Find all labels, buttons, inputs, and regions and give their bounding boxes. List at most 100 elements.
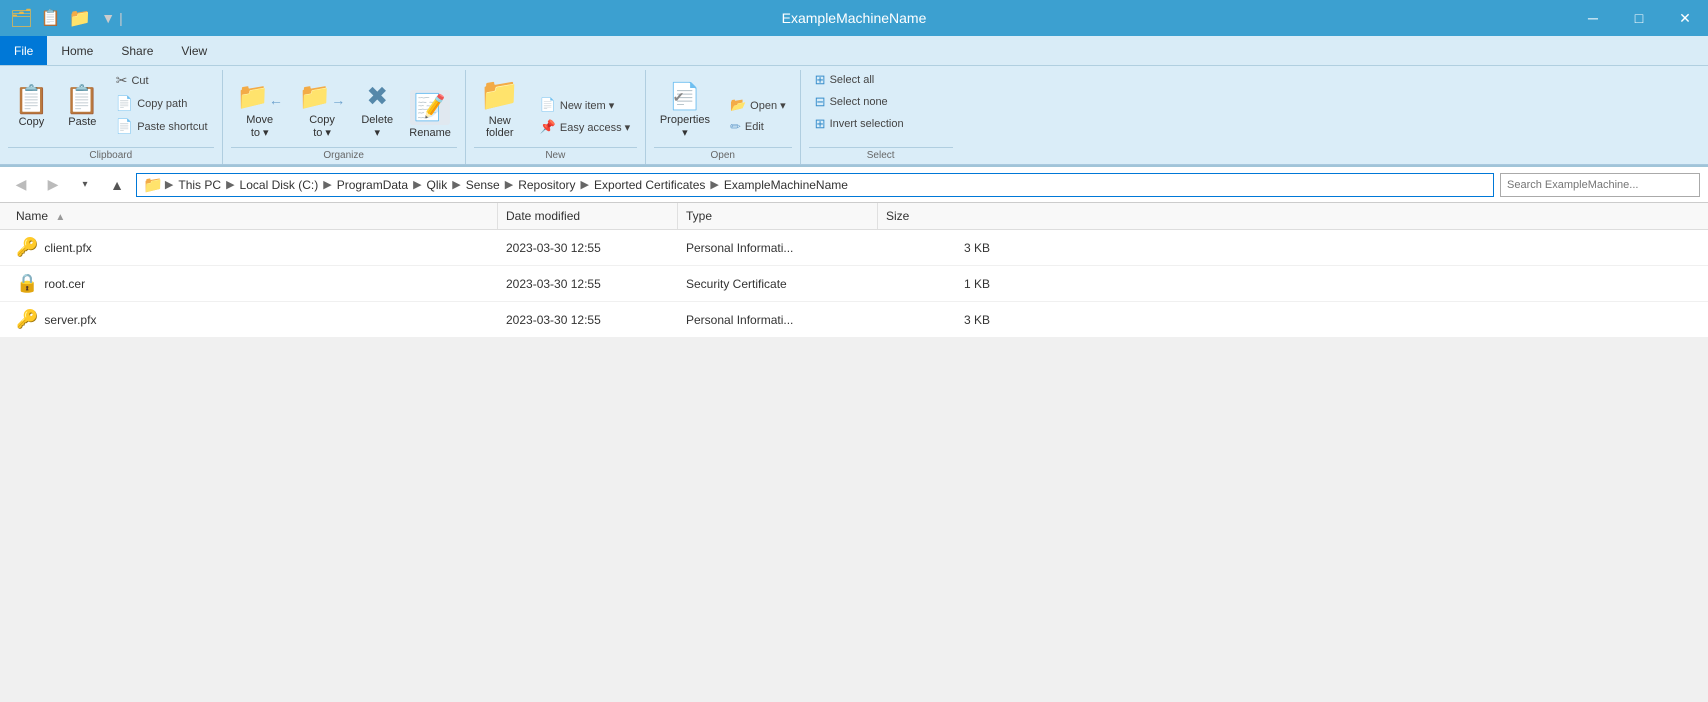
path-programdata[interactable]: ProgramData [334,178,411,192]
maximize-button[interactable]: □ [1616,0,1662,36]
sep-6: ▶ [581,178,589,191]
file-icon: 🔒 [16,273,38,294]
ribbon-group-open: 📄 ✔ Properties▾ 📂 Open ▾ ✏ Edit O [646,70,801,164]
window-controls: ─ □ ✕ [1570,0,1708,36]
table-row[interactable]: 🔑 server.pfx 2023-03-30 12:55 Personal I… [0,302,1708,338]
file-size-cell: 1 KB [878,270,998,298]
divider-icon: ▼ [101,10,115,26]
sort-indicator: ▲ [55,212,65,223]
open-icon: 📂 [730,97,746,113]
clipboard-small-actions: ✂ Cut 📄 Copy path 📄 Paste shortcut [110,70,214,141]
cut-button[interactable]: ✂ Cut [110,70,214,91]
table-row[interactable]: 🔒 root.cer 2023-03-30 12:55 Security Cer… [0,266,1708,302]
quick-access-icon-2[interactable]: 📋 [39,6,63,30]
edit-label: Edit [745,121,764,133]
menu-file[interactable]: File [0,36,47,65]
ribbon-group-select: ⊞ Select all ⊟ Select none ⊞ Invert sele… [801,70,961,164]
path-local-disk[interactable]: Local Disk (C:) [237,178,322,192]
forward-button[interactable]: ▶ [40,172,66,198]
path-exported-certs[interactable]: Exported Certificates [591,178,708,192]
minimize-button[interactable]: ─ [1570,0,1616,36]
window-title: ExampleMachineName [782,10,927,26]
ribbon-group-organize: 📁← Moveto ▾ 📁→ Copyto ▾ ✖ Delete▾ 📝 Rena… [223,70,466,164]
ribbon-group-clipboard: 📋 Copy 📋 Paste ✂ Cut 📄 Copy path [0,70,223,164]
properties-label: Properties▾ [660,114,710,139]
cut-label: Cut [131,75,148,87]
path-repository[interactable]: Repository [515,178,578,192]
delete-label: Delete▾ [361,114,393,139]
new-item-button[interactable]: 📄 New item ▾ [534,95,637,115]
copy-path-icon: 📄 [116,95,133,112]
move-to-button[interactable]: 📁← Moveto ▾ [231,77,289,141]
up-button[interactable]: ▲ [104,172,130,198]
paste-label: Paste [68,116,96,128]
select-none-button[interactable]: ⊟ Select none [809,92,894,112]
path-qlik[interactable]: Qlik [424,178,451,192]
sep-0: ▶ [165,178,173,191]
move-to-icon: 📁← [237,81,283,112]
file-type-cell: Personal Informati... [678,234,878,262]
select-all-icon: ⊞ [815,72,826,88]
file-rows: 🔑 client.pfx 2023-03-30 12:55 Personal I… [0,230,1708,338]
table-row[interactable]: 🔑 client.pfx 2023-03-30 12:55 Personal I… [0,230,1708,266]
edit-button[interactable]: ✏ Edit [724,117,792,137]
back-button[interactable]: ◀ [8,172,34,198]
new-item-icon: 📄 [540,97,556,113]
file-name-cell: 🔑 server.pfx [8,302,498,337]
sep-1: ▶ [226,178,234,191]
ribbon: 📋 Copy 📋 Paste ✂ Cut 📄 Copy path [0,66,1708,167]
open-button[interactable]: 📂 Open ▾ [724,95,792,115]
new-item-label: New item ▾ [560,99,614,112]
close-button[interactable]: ✕ [1662,0,1708,36]
title-bar: 🗂 📋 📁 ▼ | ExampleMachineName ─ □ ✕ [0,0,1708,36]
file-name: client.pfx [44,241,91,255]
select-all-button[interactable]: ⊞ Select all [809,70,881,90]
path-machine-name[interactable]: ExampleMachineName [721,178,851,192]
col-date-modified[interactable]: Date modified [498,203,678,229]
quick-access-icon-3[interactable]: 📁 [67,6,93,31]
file-date-cell: 2023-03-30 12:55 [498,234,678,262]
search-input[interactable] [1500,173,1700,197]
ribbon-group-new: 📁 New folder 📄 New item ▾ 📌 Easy access … [466,70,646,164]
col-size-label: Size [886,209,909,223]
path-sense[interactable]: Sense [463,178,503,192]
col-size[interactable]: Size [878,203,998,229]
sep-2: ▶ [323,178,331,191]
col-type-label: Type [686,209,712,223]
copy-button[interactable]: 📋 Copy [8,82,55,130]
move-to-label: Moveto ▾ [246,114,273,139]
clipboard-group-label: Clipboard [8,147,214,164]
menu-home[interactable]: Home [47,36,107,65]
delete-button[interactable]: ✖ Delete▾ [355,77,399,141]
col-name-label: Name [16,209,48,223]
menu-view[interactable]: View [167,36,221,65]
sep-3: ▶ [413,178,421,191]
invert-selection-button[interactable]: ⊞ Invert selection [809,114,910,134]
rename-button[interactable]: 📝 Rename [403,86,457,141]
file-name-cell: 🔑 client.pfx [8,230,498,265]
sep-5: ▶ [505,178,513,191]
file-date-cell: 2023-03-30 12:55 [498,270,678,298]
file-icon: 🔑 [16,309,38,330]
copy-path-button[interactable]: 📄 Copy path [110,93,214,114]
copy-label: Copy [19,116,45,128]
paste-button[interactable]: 📋 Paste [59,82,106,130]
copy-to-button[interactable]: 📁→ Copyto ▾ [293,77,351,141]
paste-icon: 📋 [65,86,100,114]
col-type[interactable]: Type [678,203,878,229]
dropdown-button[interactable]: ▾ [72,172,98,198]
edit-icon: ✏ [730,119,741,135]
file-name: server.pfx [44,313,96,327]
copy-to-icon: 📁→ [299,81,345,112]
path-this-pc[interactable]: This PC [175,178,224,192]
paste-shortcut-button[interactable]: 📄 Paste shortcut [110,116,214,137]
easy-access-button[interactable]: 📌 Easy access ▾ [534,117,637,137]
address-path[interactable]: 📁 ▶ This PC ▶ Local Disk (C:) ▶ ProgramD… [136,173,1494,197]
properties-button[interactable]: 📄 ✔ Properties▾ [654,77,716,141]
new-folder-button[interactable]: 📁 New folder [474,71,526,141]
rename-icon: 📝 [410,90,450,125]
col-name[interactable]: Name ▲ [8,203,498,229]
path-folder-icon: 📁 [143,175,163,195]
menu-share[interactable]: Share [107,36,167,65]
quick-access-icon-1[interactable]: 🗂 [8,6,35,31]
